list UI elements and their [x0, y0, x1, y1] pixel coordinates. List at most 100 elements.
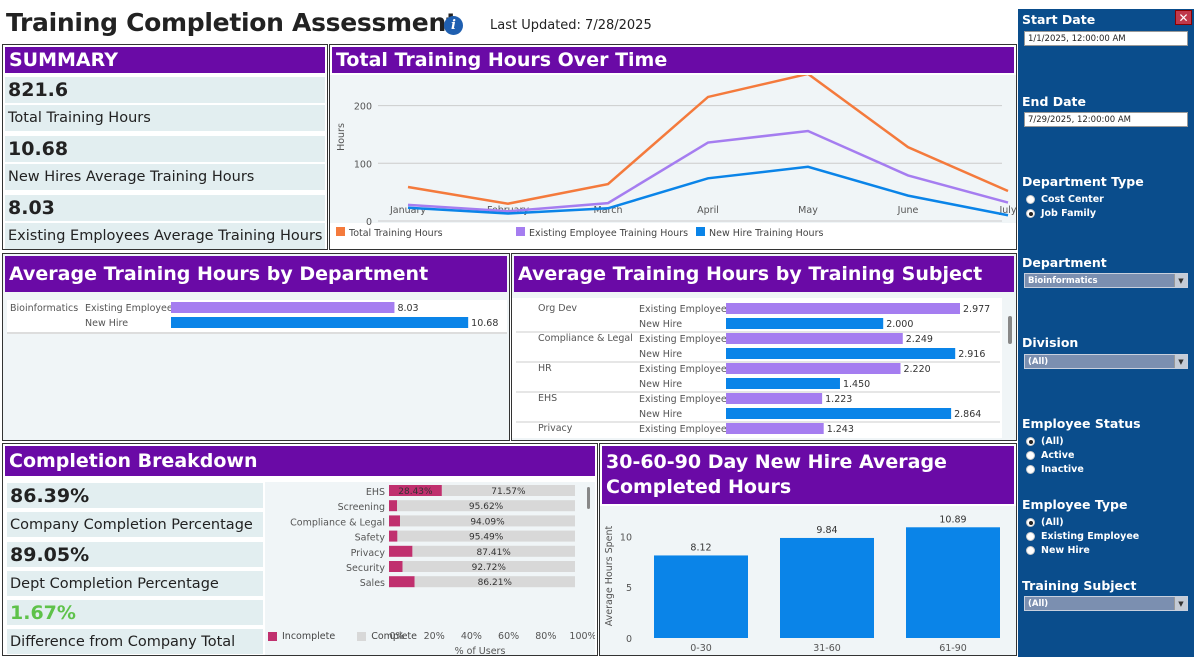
- complete-value: 95.62%: [469, 502, 504, 512]
- dept-bar-value: 10.68: [471, 318, 498, 329]
- newhire-ytick-label: 5: [626, 583, 632, 594]
- subject-bar: [726, 303, 960, 314]
- page-title: Training Completion Assessment: [6, 8, 458, 37]
- chevron-down-icon[interactable]: ▼: [1174, 274, 1187, 287]
- difference-value-box: 1.67%: [7, 600, 263, 625]
- line-ylabel: Hours: [336, 123, 347, 151]
- completion-category-label: EHS: [366, 487, 385, 498]
- line-xtick-label: March: [594, 205, 623, 216]
- subject-bar: [726, 408, 952, 419]
- total-hours-value: 821.6: [8, 79, 69, 101]
- radio-dot-icon: [1026, 451, 1035, 460]
- dept-completion-label-box: Dept Completion Percentage: [7, 571, 263, 596]
- completion-stacked-chart: EHS 28.43% 71.57% Screening 95.62% Compliance…: [290, 485, 595, 655]
- newhire-bar-value: 10.89: [939, 514, 966, 525]
- incomplete-bar: [389, 545, 413, 557]
- training-subject-select[interactable]: (All) ▼: [1024, 596, 1188, 611]
- close-icon[interactable]: ✕: [1175, 10, 1192, 25]
- radio-job-family[interactable]: Job Family: [1026, 208, 1096, 219]
- incomplete-bar: [389, 561, 403, 572]
- company-completion-value: 86.39%: [10, 485, 90, 507]
- complete-value: 71.57%: [491, 487, 526, 497]
- subject-bar: [726, 333, 903, 344]
- subject-bar: [726, 363, 901, 374]
- completion-panel: Completion Breakdown 86.39% Company Comp…: [2, 443, 598, 656]
- subject-series-label: New Hire: [639, 319, 682, 330]
- subject-bar: [726, 378, 840, 389]
- complete-value: 94.09%: [470, 517, 505, 527]
- radio-type-newhire[interactable]: New Hire: [1026, 545, 1090, 556]
- newhire-title-line2: Completed Hours: [606, 476, 792, 498]
- complete-value: 87.41%: [477, 548, 512, 558]
- radio-type-existing-label: Existing Employee: [1041, 531, 1140, 542]
- newhire-title-line1: 30-60-90 Day New Hire Average: [606, 451, 947, 473]
- subject-bar-value: 2.249: [906, 334, 933, 345]
- subject-series-label: New Hire: [639, 409, 682, 420]
- department-select-value: Bioinformatics: [1028, 276, 1098, 286]
- radio-dot-icon: [1026, 209, 1035, 218]
- subject-bar-value: 2.864: [954, 409, 981, 420]
- department-select[interactable]: Bioinformatics ▼: [1024, 273, 1188, 288]
- line-ytick-label: 200: [354, 102, 372, 113]
- start-date-input[interactable]: 1/1/2025, 12:00:00 AM: [1024, 31, 1188, 46]
- subject-category-label: Compliance & Legal: [538, 333, 633, 344]
- total-hours-value-box: 821.6: [5, 77, 325, 103]
- incomplete-bar: [389, 515, 400, 527]
- subject-scrollbar[interactable]: [1008, 316, 1012, 344]
- line-xtick-label: April: [697, 205, 719, 216]
- difference-label: Difference from Company Total: [10, 634, 236, 650]
- subject-bar: [726, 348, 956, 359]
- division-select[interactable]: (All) ▼: [1024, 354, 1188, 369]
- complete-value: 95.49%: [469, 533, 504, 543]
- line-chart-title: Total Training Hours Over Time: [332, 47, 1014, 73]
- incomplete-value: 28.43%: [398, 487, 433, 497]
- chevron-down-icon[interactable]: ▼: [1174, 597, 1187, 610]
- department-label: Department: [1022, 255, 1107, 270]
- radio-status-all[interactable]: (All): [1026, 436, 1064, 447]
- newhire-xtick-label: 61-90: [939, 643, 967, 654]
- line-xtick-label: June: [897, 205, 919, 216]
- newhire-bar: [654, 555, 748, 638]
- legend-label: Total Training Hours: [348, 228, 443, 239]
- radio-dot-icon: [1026, 532, 1035, 541]
- newhire-panel: 30-60-90 Day New Hire Average Completed …: [599, 443, 1017, 656]
- chevron-down-icon[interactable]: ▼: [1174, 355, 1187, 368]
- subject-bar: [726, 423, 824, 434]
- newhire-bar-value: 9.84: [816, 525, 837, 536]
- incomplete-bar: [389, 576, 415, 588]
- company-completion-value-box: 86.39%: [7, 483, 263, 508]
- dept-series-label: New Hire: [85, 318, 128, 329]
- subject-series-label: New Hire: [639, 349, 682, 360]
- complete-value: 92.72%: [472, 563, 507, 573]
- newhire-avg-value-box: 10.68: [5, 136, 325, 162]
- radio-type-existing[interactable]: Existing Employee: [1026, 531, 1139, 542]
- end-date-input[interactable]: 7/29/2025, 12:00:00 AM: [1024, 112, 1188, 127]
- existing-avg-label: Existing Employees Average Training Hour…: [8, 228, 323, 244]
- subject-category-label: HR: [538, 363, 552, 374]
- radio-cost-center[interactable]: Cost Center: [1026, 194, 1104, 205]
- completion-legend-item: Incomplete: [268, 631, 335, 642]
- subject-series-label: Existing Employee: [639, 334, 727, 345]
- subject-bar: [726, 393, 823, 404]
- subject-series-label: Existing Employee: [639, 364, 727, 375]
- difference-value: 1.67%: [10, 602, 76, 624]
- newhire-avg-value: 10.68: [8, 138, 69, 160]
- summary-panel: SUMMARY 821.6 Total Training Hours 10.68…: [2, 44, 328, 250]
- incomplete-bar: [389, 530, 398, 542]
- radio-dot-icon: [1026, 546, 1035, 555]
- subject-bar-value: 2.220: [903, 364, 930, 375]
- dept-completion-value: 89.05%: [10, 544, 90, 566]
- radio-status-active[interactable]: Active: [1026, 450, 1074, 461]
- subject-bar-value: 2.000: [886, 319, 913, 330]
- radio-dot-icon: [1026, 518, 1035, 527]
- radio-status-inactive-label: Inactive: [1041, 464, 1084, 475]
- line-ytick-label: 0: [366, 217, 372, 228]
- line-xtick-label: May: [798, 205, 818, 216]
- radio-job-family-label: Job Family: [1041, 208, 1097, 219]
- newhire-ytick-label: 10: [620, 532, 632, 543]
- newhire-bar-value: 8.12: [690, 542, 711, 553]
- legend-swatch: [268, 632, 277, 641]
- info-icon[interactable]: i: [444, 16, 463, 35]
- radio-status-inactive[interactable]: Inactive: [1026, 464, 1084, 475]
- radio-type-all[interactable]: (All): [1026, 517, 1064, 528]
